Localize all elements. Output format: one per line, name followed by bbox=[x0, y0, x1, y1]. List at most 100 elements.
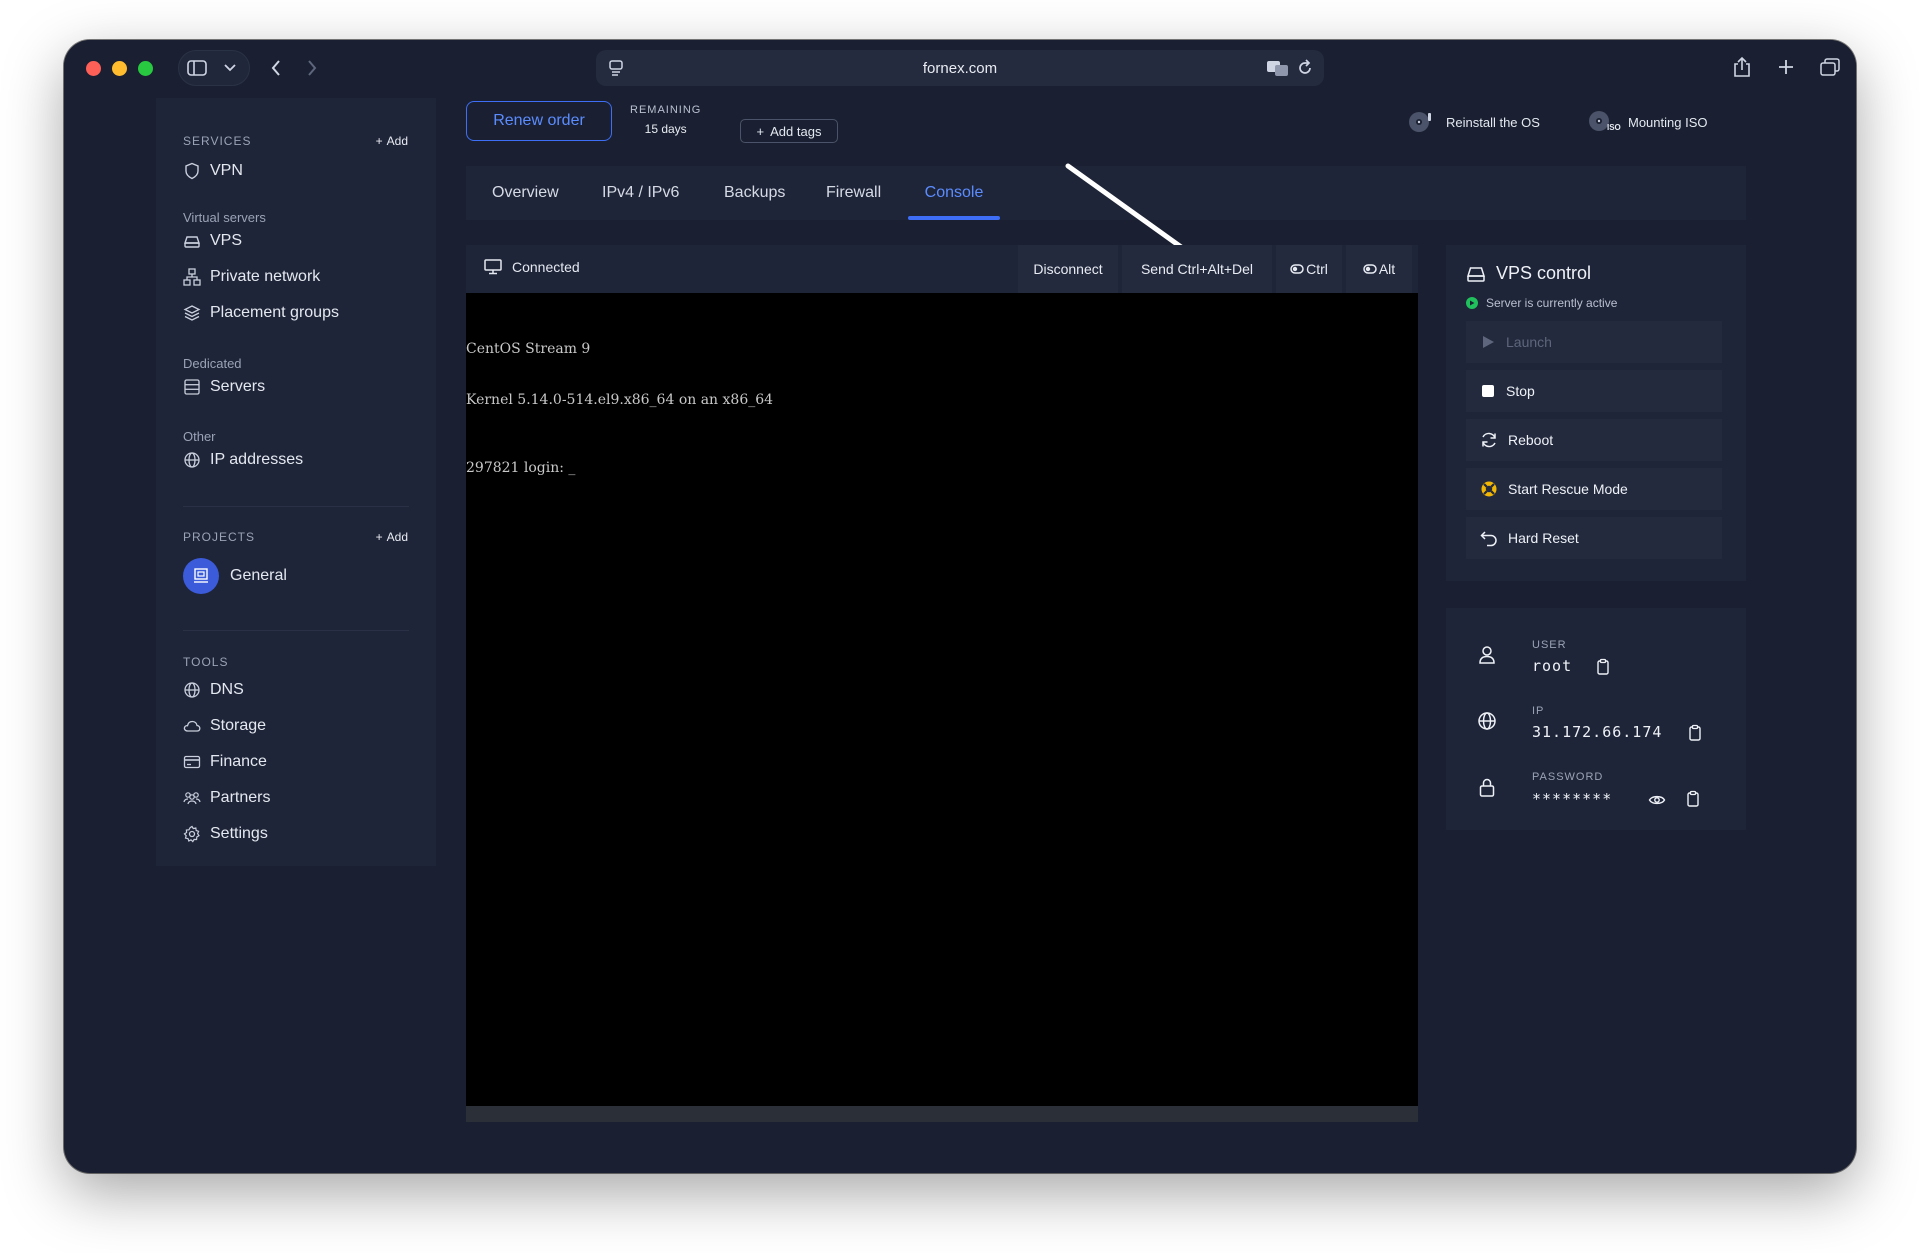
translate-icon[interactable] bbox=[1266, 58, 1290, 78]
new-tab-button[interactable] bbox=[1768, 50, 1804, 84]
eye-icon[interactable] bbox=[1648, 791, 1666, 809]
reinstall-os-button[interactable]: Reinstall the OS bbox=[1406, 110, 1540, 134]
sidebar-item-servers[interactable]: Servers bbox=[183, 375, 265, 399]
sidebar-item-label: Placement groups bbox=[210, 304, 339, 321]
sidebar-item-storage[interactable]: Storage bbox=[183, 714, 266, 738]
sidebar-item-vps[interactable]: VPS bbox=[183, 229, 242, 253]
project-icon bbox=[194, 568, 208, 583]
hard-reset-button[interactable]: Hard Reset bbox=[1466, 517, 1722, 559]
password-label: PASSWORD bbox=[1532, 771, 1604, 783]
copy-icon[interactable] bbox=[1686, 724, 1704, 742]
sidebar-item-vpn[interactable]: VPN bbox=[183, 159, 243, 183]
vps-control-title: VPS control bbox=[1466, 263, 1591, 284]
share-icon bbox=[1734, 56, 1750, 77]
sidebar-item-partners[interactable]: Partners bbox=[183, 786, 270, 810]
send-ctrl-alt-del-button[interactable]: Send Ctrl+Alt+Del bbox=[1122, 245, 1272, 293]
plus-icon: + bbox=[375, 530, 383, 544]
stop-button[interactable]: Stop bbox=[1466, 370, 1722, 412]
lifebuoy-icon bbox=[1481, 481, 1497, 497]
address-bar[interactable]: fornex.com bbox=[596, 50, 1324, 86]
tab-firewall[interactable]: Firewall bbox=[826, 166, 881, 220]
credit-card-icon bbox=[183, 755, 201, 769]
share-button[interactable] bbox=[1724, 50, 1760, 84]
alt-toggle-button[interactable]: Alt bbox=[1346, 245, 1412, 293]
connection-status-label: Connected bbox=[512, 259, 580, 275]
sidebar-toggle-button[interactable] bbox=[179, 51, 215, 85]
navigation-group bbox=[258, 50, 338, 86]
gear-icon bbox=[183, 825, 200, 843]
renew-order-button[interactable]: Renew order bbox=[466, 101, 612, 141]
sidebar-item-dns[interactable]: DNS bbox=[183, 678, 244, 702]
monitor-icon bbox=[484, 259, 502, 275]
sidebar-item-label: General bbox=[230, 567, 287, 584]
sidebar-menu-button[interactable] bbox=[215, 51, 245, 85]
sidebar-item-project-general[interactable]: General bbox=[183, 558, 287, 594]
reload-icon[interactable] bbox=[1296, 58, 1314, 78]
sidebar-item-ip-addresses[interactable]: IP addresses bbox=[183, 448, 303, 472]
ip-value: 31.172.66.174 bbox=[1532, 723, 1663, 741]
launch-button[interactable]: Launch bbox=[1466, 321, 1722, 363]
sidebar-item-label: Partners bbox=[210, 789, 271, 806]
vps-control-panel: VPS control Server is currently active L… bbox=[1446, 245, 1746, 581]
tab-overview[interactable]: Overview bbox=[492, 166, 559, 220]
reboot-button[interactable]: Reboot bbox=[1466, 419, 1722, 461]
start-rescue-mode-button[interactable]: Start Rescue Mode bbox=[1466, 468, 1722, 510]
tab-backups[interactable]: Backups bbox=[724, 166, 785, 220]
add-tags-button[interactable]: + Add tags bbox=[740, 119, 838, 143]
plus-icon bbox=[1779, 60, 1793, 74]
console-screen[interactable]: CentOS Stream 9 Kernel 5.14.0-514.el9.x8… bbox=[466, 293, 1418, 1106]
browser-window: fornex.com SERVICES + Add VPN Virtual se… bbox=[64, 40, 1856, 1173]
status-active-icon bbox=[1466, 297, 1478, 309]
browser-titlebar: fornex.com bbox=[64, 40, 1856, 96]
alt-label: Alt bbox=[1378, 261, 1396, 277]
tab-console[interactable]: Console bbox=[908, 166, 1000, 220]
maximize-window-button[interactable] bbox=[138, 61, 153, 76]
sidebar-item-finance[interactable]: Finance bbox=[183, 750, 267, 774]
url-text: fornex.com bbox=[922, 59, 998, 77]
plus-icon: + bbox=[375, 134, 383, 148]
copy-icon[interactable] bbox=[1594, 658, 1612, 676]
active-tab-indicator bbox=[908, 216, 1000, 220]
forward-button[interactable] bbox=[294, 51, 330, 85]
ctrl-label: Ctrl bbox=[1306, 261, 1328, 277]
console-line: 297821 login: _ bbox=[466, 460, 576, 476]
services-header: SERVICES bbox=[183, 134, 252, 148]
refresh-icon bbox=[1482, 432, 1496, 448]
toggle-icon bbox=[1363, 264, 1377, 274]
sidebar-item-private-network[interactable]: Private network bbox=[183, 265, 320, 289]
minimize-window-button[interactable] bbox=[112, 61, 127, 76]
console-toolbar: Connected Disconnect Send Ctrl+Alt+Del C… bbox=[466, 245, 1418, 293]
copy-icon[interactable] bbox=[1684, 790, 1702, 808]
services-add-button[interactable]: + Add bbox=[376, 134, 408, 148]
add-tags-label: Add tags bbox=[770, 123, 822, 139]
sidebar: SERVICES + Add VPN Virtual servers VPS Pr… bbox=[156, 98, 436, 866]
page-settings-icon[interactable] bbox=[606, 58, 626, 78]
sidebar-item-settings[interactable]: Settings bbox=[183, 822, 268, 846]
remaining-label: REMAINING bbox=[630, 104, 702, 116]
browser-right-actions bbox=[1724, 50, 1848, 84]
dedicated-label: Dedicated bbox=[183, 356, 242, 371]
other-label: Other bbox=[183, 429, 216, 444]
projects-add-button[interactable]: + Add bbox=[376, 530, 408, 544]
globe-icon bbox=[184, 452, 200, 468]
vps-control-title-label: VPS control bbox=[1496, 263, 1592, 283]
tabs-icon bbox=[1820, 58, 1840, 76]
console-scrollbar[interactable] bbox=[466, 1106, 1418, 1122]
connection-status: Connected bbox=[484, 259, 580, 275]
tab-ipv4-ipv6[interactable]: IPv4 / IPv6 bbox=[602, 166, 679, 220]
tab-overview-button[interactable] bbox=[1812, 50, 1848, 84]
sidebar-item-label: Finance bbox=[210, 753, 267, 770]
console-line: CentOS Stream 9 bbox=[466, 341, 591, 357]
sidebar-item-placement-groups[interactable]: Placement groups bbox=[183, 301, 339, 325]
mounting-iso-button[interactable]: ISO Mounting ISO bbox=[1588, 110, 1708, 134]
close-window-button[interactable] bbox=[86, 61, 101, 76]
shield-icon bbox=[185, 162, 199, 180]
back-button[interactable] bbox=[258, 51, 294, 85]
chevron-down-icon bbox=[224, 64, 236, 72]
ctrl-toggle-button[interactable]: Ctrl bbox=[1276, 245, 1342, 293]
projects-header: PROJECTS bbox=[183, 530, 256, 544]
disconnect-button[interactable]: Disconnect bbox=[1018, 245, 1118, 293]
services-add-label: Add bbox=[386, 134, 408, 148]
iso-badge: ISO bbox=[1607, 123, 1621, 132]
server-drive-icon bbox=[184, 236, 200, 248]
